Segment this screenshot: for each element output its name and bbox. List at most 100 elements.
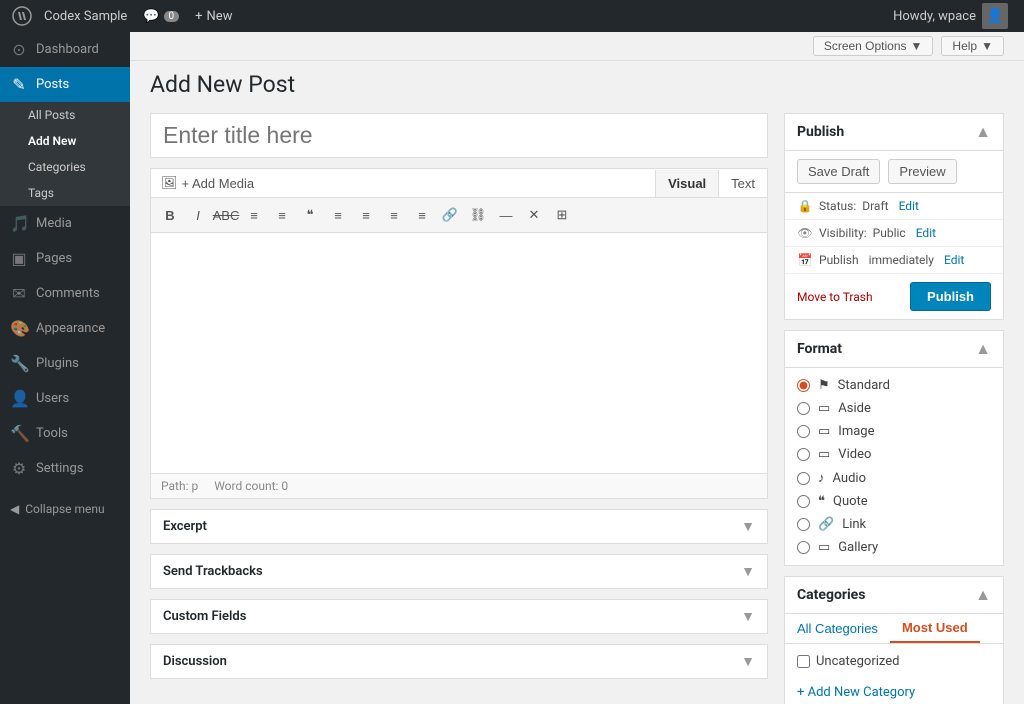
trackbacks-panel-header[interactable]: Send Trackbacks ▼ xyxy=(151,555,767,588)
excerpt-panel: Excerpt ▼ xyxy=(150,509,768,544)
align-center-button[interactable]: ≡ xyxy=(353,202,379,228)
publish-panel-toggle-icon: ▲ xyxy=(975,122,991,142)
publish-time-row: 📅 Publish immediately Edit xyxy=(785,247,1003,274)
align-justify-button[interactable]: ≡ xyxy=(409,202,435,228)
submenu-categories[interactable]: Categories xyxy=(0,154,130,180)
format-link[interactable]: 🔗 Link xyxy=(797,515,991,534)
format-aside[interactable]: ▭ Aside xyxy=(797,399,991,418)
categories-panel-title: Categories xyxy=(797,587,865,603)
preview-button[interactable]: Preview xyxy=(888,159,956,184)
blockquote-button[interactable]: ❝ xyxy=(297,202,323,228)
publish-panel-header[interactable]: Publish ▲ xyxy=(785,114,1003,151)
fullscreen-button[interactable]: ⊞ xyxy=(549,202,575,228)
sidebar-item-label: Settings xyxy=(36,461,83,476)
format-audio-radio[interactable] xyxy=(797,472,810,485)
sidebar-item-label: Appearance xyxy=(36,321,105,336)
visibility-edit-link[interactable]: Edit xyxy=(916,226,936,240)
category-uncategorized-checkbox[interactable] xyxy=(797,655,810,668)
sidebar-item-comments[interactable]: ✉ Comments xyxy=(0,276,130,311)
publish-button[interactable]: Publish xyxy=(910,282,991,311)
sidebar-item-dashboard[interactable]: ⊙ Dashboard xyxy=(0,32,130,67)
excerpt-title: Excerpt xyxy=(163,519,207,534)
comments-link[interactable]: 💬 0 xyxy=(135,0,187,32)
category-uncategorized[interactable]: Uncategorized xyxy=(797,652,991,671)
post-title-input[interactable] xyxy=(150,113,768,158)
link-button[interactable]: 🔗 xyxy=(437,202,463,228)
user-menu[interactable]: Howdy, wpace 👤 xyxy=(885,0,1016,32)
status-edit-link[interactable]: Edit xyxy=(899,199,919,213)
format-aside-radio[interactable] xyxy=(797,402,810,415)
bold-button[interactable]: B xyxy=(157,202,183,228)
add-media-button[interactable]: 🖼 + Add Media xyxy=(151,169,264,197)
posts-icon: ✎ xyxy=(10,75,28,94)
collapse-menu-button[interactable]: ◀ Collapse menu xyxy=(0,494,130,524)
format-video-icon: ▭ xyxy=(818,447,830,462)
publish-footer: Move to Trash Publish xyxy=(785,274,1003,319)
collapse-arrow-icon: ◀ xyxy=(10,502,19,516)
align-right-button[interactable]: ≡ xyxy=(381,202,407,228)
format-link-label: Link xyxy=(842,517,866,532)
strikethrough-button[interactable]: ABC xyxy=(213,202,239,228)
tab-all-categories[interactable]: All Categories xyxy=(785,614,890,643)
add-new-category-link[interactable]: + Add New Category xyxy=(785,679,1003,704)
save-draft-button[interactable]: Save Draft xyxy=(797,159,880,184)
unlink-button[interactable]: ⛓ xyxy=(465,202,491,228)
sidebar-item-posts[interactable]: ✎ Posts xyxy=(0,67,130,102)
sidebar-item-settings[interactable]: ⚙ Settings xyxy=(0,451,130,486)
wp-logo[interactable] xyxy=(8,0,36,32)
format-gallery-radio[interactable] xyxy=(797,541,810,554)
discussion-title: Discussion xyxy=(163,654,227,669)
format-panel-header[interactable]: Format ▲ xyxy=(785,331,1003,368)
categories-panel-header[interactable]: Categories ▲ xyxy=(785,577,1003,614)
format-standard[interactable]: ⚑ Standard xyxy=(797,376,991,395)
trash-link[interactable]: Move to Trash xyxy=(797,290,873,304)
format-quote[interactable]: ❝ Quote xyxy=(797,492,991,511)
format-quote-radio[interactable] xyxy=(797,495,810,508)
editor-body[interactable] xyxy=(151,233,767,473)
media-icon: 🎵 xyxy=(10,214,28,233)
editor-toolbar: B I ABC ≡ ≡ ❝ ≡ ≡ ≡ ≡ 🔗 ⛓ — xyxy=(151,198,767,233)
site-name[interactable]: Codex Sample xyxy=(36,0,135,32)
unordered-list-button[interactable]: ≡ xyxy=(241,202,267,228)
format-gallery[interactable]: ▭ Gallery xyxy=(797,538,991,557)
insert-more-button[interactable]: — xyxy=(493,202,519,228)
sidebar-item-media[interactable]: 🎵 Media xyxy=(0,206,130,241)
screen-options-button[interactable]: Screen Options ▼ xyxy=(813,36,934,56)
visibility-icon: 👁 xyxy=(797,226,813,240)
format-video-radio[interactable] xyxy=(797,448,810,461)
help-button[interactable]: Help ▼ xyxy=(941,36,1004,56)
publish-time-edit-link[interactable]: Edit xyxy=(944,253,964,267)
submenu-add-new[interactable]: Add New xyxy=(0,128,130,154)
submenu-tags[interactable]: Tags xyxy=(0,180,130,206)
sidebar-item-users[interactable]: 👤 Users xyxy=(0,381,130,416)
format-video[interactable]: ▭ Video xyxy=(797,445,991,464)
visibility-label: Visibility: xyxy=(819,226,867,240)
align-left-button[interactable]: ≡ xyxy=(325,202,351,228)
submenu-all-posts[interactable]: All Posts xyxy=(0,102,130,128)
publish-panel: Publish ▲ Save Draft Preview 🔒 Status: D… xyxy=(784,113,1004,320)
sidebar-item-appearance[interactable]: 🎨 Appearance xyxy=(0,311,130,346)
sidebar-item-tools[interactable]: 🔨 Tools xyxy=(0,416,130,451)
remove-format-button[interactable]: ✕ xyxy=(521,202,547,228)
custom-fields-panel-header[interactable]: Custom Fields ▼ xyxy=(151,600,767,633)
categories-tabs: All Categories Most Used xyxy=(785,614,1003,644)
categories-panel: Categories ▲ All Categories Most Used Un… xyxy=(784,576,1004,704)
tab-visual[interactable]: Visual xyxy=(655,170,718,197)
format-image[interactable]: ▭ Image xyxy=(797,422,991,441)
editor-wrap: 🖼 + Add Media Visual Text B I ABC xyxy=(150,168,768,499)
excerpt-panel-header[interactable]: Excerpt ▼ xyxy=(151,510,767,543)
format-image-radio[interactable] xyxy=(797,425,810,438)
sidebar-item-plugins[interactable]: 🔧 Plugins xyxy=(0,346,130,381)
format-standard-radio[interactable] xyxy=(797,379,810,392)
new-content-button[interactable]: + New xyxy=(187,0,240,32)
italic-button[interactable]: I xyxy=(185,202,211,228)
format-audio[interactable]: ♪ Audio xyxy=(797,468,991,488)
format-standard-icon: ⚑ xyxy=(818,378,830,393)
format-link-radio[interactable] xyxy=(797,518,810,531)
excerpt-toggle-icon: ▼ xyxy=(741,518,755,535)
ordered-list-button[interactable]: ≡ xyxy=(269,202,295,228)
tab-text[interactable]: Text xyxy=(718,170,767,197)
sidebar-item-pages[interactable]: ▣ Pages xyxy=(0,241,130,276)
discussion-panel-header[interactable]: Discussion ▼ xyxy=(151,645,767,678)
tab-most-used[interactable]: Most Used xyxy=(890,614,980,643)
